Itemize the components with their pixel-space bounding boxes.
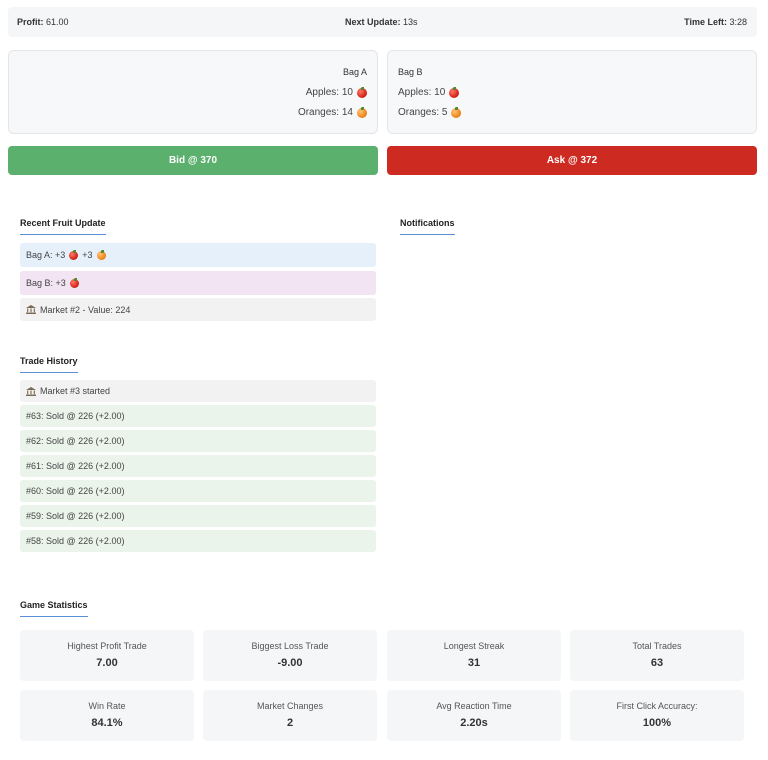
time-left-label: Time Left:	[684, 17, 727, 27]
profit-display: Profit: 61.00	[17, 17, 69, 27]
recent-update-text: Bag A: +3	[26, 250, 66, 260]
bag-b-apples: Apples: 10	[398, 86, 460, 98]
stat-label: First Click Accuracy:	[616, 701, 698, 711]
trade-history-item: #62: Sold @ 226 (+2.00)	[20, 430, 376, 452]
orange-icon	[451, 106, 462, 118]
recent-update-item: Bag B: +3	[20, 271, 376, 295]
recent-update-text: Bag B: +3	[26, 278, 66, 288]
stat-card: Longest Streak 31	[387, 630, 561, 681]
profit-value: 61.00	[46, 17, 69, 27]
recent-update-text: +3	[82, 250, 93, 260]
stat-label: Win Rate	[88, 701, 126, 711]
bag-a-card: Bag A Apples: 10 Oranges: 14	[8, 50, 378, 134]
stat-card: Total Trades 63	[570, 630, 744, 681]
stat-card: First Click Accuracy: 100%	[570, 690, 744, 741]
stat-value: 2	[286, 717, 294, 729]
orange-icon	[96, 249, 106, 260]
bag-b-oranges: Oranges: 5	[398, 106, 462, 118]
stat-label: Total Trades	[632, 641, 682, 651]
time-left-display: Time Left: 3:28	[684, 17, 747, 27]
bag-b-title: Bag B	[398, 67, 423, 77]
bag-a-oranges-count: Oranges: 14	[297, 107, 353, 118]
recent-update-text: Market #2 - Value: 224	[40, 304, 131, 315]
stat-value: 63	[650, 657, 664, 669]
apple-icon	[357, 86, 367, 98]
stat-value: 2.20s	[460, 717, 488, 729]
ask-button[interactable]: Ask @ 372	[387, 146, 757, 175]
stat-label: Market Changes	[256, 701, 324, 711]
bid-button[interactable]: Bid @ 370	[8, 146, 378, 175]
recent-update-item: Bag A: +3 +3	[20, 243, 376, 267]
stat-label: Longest Streak	[443, 641, 505, 651]
next-update-label: Next Update:	[345, 17, 401, 27]
bag-b-card: Bag B Apples: 10 Oranges: 5	[387, 50, 757, 134]
trade-history-item: #60: Sold @ 226 (+2.00)	[20, 480, 376, 502]
trade-history-item: Market #3 started	[20, 380, 376, 402]
trade-history-item: #58: Sold @ 226 (+2.00)	[20, 530, 376, 552]
orange-icon	[357, 106, 367, 118]
time-left-value: 3:28	[729, 17, 747, 27]
bag-a-apples-count: Apples: 10	[305, 87, 353, 98]
stat-card: Biggest Loss Trade -9.00	[203, 630, 377, 681]
recent-update-heading: Recent Fruit Update	[20, 218, 106, 235]
bag-b-apples-count: Apples: 10	[398, 87, 446, 98]
trade-history-item: #63: Sold @ 226 (+2.00)	[20, 405, 376, 427]
stat-value: 31	[467, 657, 481, 669]
status-bar: Profit: 61.00 Next Update: 13s Time Left…	[8, 7, 757, 37]
bag-a-title: Bag A	[342, 67, 367, 77]
profit-label: Profit:	[17, 17, 44, 27]
game-statistics-heading: Game Statistics	[20, 600, 88, 617]
trade-history-text: Market #3 started	[40, 386, 111, 396]
bag-b-oranges-count: Oranges: 5	[398, 107, 448, 118]
stat-label: Biggest Loss Trade	[251, 641, 329, 651]
recent-update-item: Market #2 - Value: 224	[20, 298, 376, 321]
apple-icon	[449, 86, 460, 98]
stat-card: Highest Profit Trade 7.00	[20, 630, 194, 681]
stat-card: Win Rate 84.1%	[20, 690, 194, 741]
stat-value: 84.1%	[91, 717, 123, 729]
bank-icon	[26, 305, 36, 314]
bag-a-oranges: Oranges: 14	[297, 106, 367, 118]
trade-history-item: #61: Sold @ 226 (+2.00)	[20, 455, 376, 477]
next-update-display: Next Update: 13s	[345, 17, 418, 27]
stat-value: 100%	[642, 717, 672, 729]
stat-card: Avg Reaction Time 2.20s	[387, 690, 561, 741]
stat-label: Avg Reaction Time	[436, 701, 512, 711]
trade-history-heading: Trade History	[20, 356, 78, 373]
next-update-value: 13s	[403, 17, 418, 27]
stat-card: Market Changes 2	[203, 690, 377, 741]
notifications-heading: Notifications	[400, 218, 455, 235]
stat-label: Highest Profit Trade	[67, 641, 147, 651]
trade-history-item: #59: Sold @ 226 (+2.00)	[20, 505, 376, 527]
bag-a-apples: Apples: 10	[305, 86, 367, 98]
bank-icon	[26, 386, 36, 396]
stat-value: 7.00	[96, 657, 118, 669]
stat-value: -9.00	[277, 657, 303, 669]
apple-icon	[69, 249, 79, 260]
apple-icon	[69, 277, 79, 288]
